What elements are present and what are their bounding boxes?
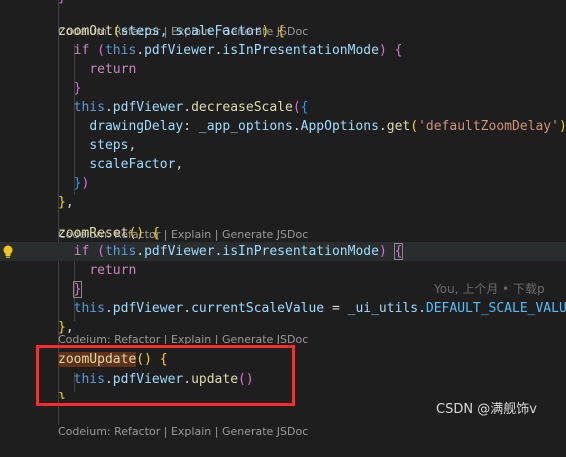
code-line: return — [89, 62, 137, 77]
codelens-explain[interactable]: Explain — [171, 425, 211, 438]
code-line: } — [73, 81, 82, 96]
code-line: } — [0, 280, 566, 299]
code-line: zoomReset() { — [58, 226, 160, 241]
code-line: steps, — [89, 138, 137, 153]
code-line: zoomOut(steps, scaleFactor) { — [58, 24, 285, 39]
codelens-generate-jsdoc[interactable]: Generate JSDoc — [222, 425, 308, 438]
code-line: if (this.pdfViewer.isInPresentationMode)… — [0, 242, 566, 296]
code-line: }) — [73, 176, 90, 191]
codelens: Codeium: Refactor | Explain | Generate J… — [58, 25, 309, 38]
code-line: this.pdfViewer.decreaseScale({ — [73, 100, 309, 115]
highlight-annotation-box — [36, 345, 295, 406]
code-line: drawingDelay: _app_options.AppOptions.ge… — [89, 119, 566, 134]
codelens-refactor[interactable]: Codeium: Refactor — [58, 425, 160, 438]
codelens: Codeium: Refactor | Explain | Generate J… — [58, 335, 309, 344]
code-line: scaleFactor, — [89, 157, 184, 172]
code-line: this.pdfViewer.currentScaleValue = _ui_u… — [73, 301, 566, 316]
watermark: CSDN @满舰饰v — [436, 402, 537, 417]
code-editor[interactable]: } Codeium: Refactor | Explain | Generate… — [0, 0, 566, 438]
matched-bracket: } — [72, 281, 83, 298]
code-line: return — [89, 263, 137, 278]
matched-bracket: { — [393, 243, 404, 260]
code-line: if (this.pdfViewer.isInPresentationMode)… — [73, 43, 403, 58]
